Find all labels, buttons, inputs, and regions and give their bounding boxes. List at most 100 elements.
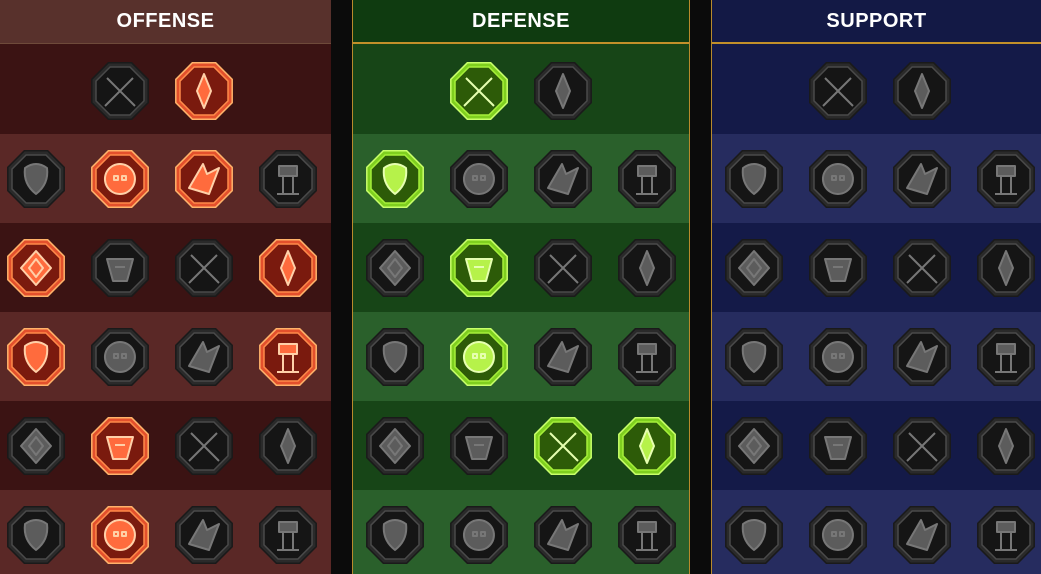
- node-glyph: [463, 519, 495, 551]
- defense-talent-spiked-barrier[interactable]: [448, 415, 510, 477]
- support-talent-shield-aura[interactable]: [807, 148, 869, 210]
- crossed-swords-icon: [91, 62, 149, 120]
- defense-talent-fierce-warrior[interactable]: [364, 504, 426, 566]
- node-glyph: [463, 163, 495, 195]
- offense-talent-burning-helm[interactable]: [89, 504, 151, 566]
- defense-talent-shattered-skull[interactable]: [532, 504, 594, 566]
- offense-talent-lightning-chain[interactable]: [257, 326, 319, 388]
- defense-talent-open-palm[interactable]: [532, 326, 594, 388]
- support-talent-cracked-ground[interactable]: [891, 237, 953, 299]
- support-talent-swift-hand[interactable]: [975, 148, 1037, 210]
- offense-talent-pierced-warrior[interactable]: [5, 237, 67, 299]
- raised-fist-icon: [534, 62, 592, 120]
- deflect-blade-icon: [618, 150, 676, 208]
- defense-talent-deflect-blade[interactable]: [616, 148, 678, 210]
- defense-talent-chevron-shield[interactable]: [364, 148, 426, 210]
- offense-tier-5: [0, 401, 331, 490]
- support-talent-speed-boot[interactable]: [807, 415, 869, 477]
- defense-talent-raised-fist[interactable]: [532, 60, 594, 122]
- support-talent-empowered-figure[interactable]: [723, 237, 785, 299]
- node-glyph: [104, 163, 136, 195]
- support-tier-5: [712, 401, 1041, 490]
- defense-talent-armored-titan[interactable]: [532, 148, 594, 210]
- offense-talent-shield-breaker[interactable]: [173, 148, 235, 210]
- defense-talent-charging-runner[interactable]: [364, 415, 426, 477]
- support-talent-meteor[interactable]: [807, 326, 869, 388]
- offense-talent-impaled-target[interactable]: [5, 415, 67, 477]
- strongman-icon: [618, 506, 676, 564]
- offense-talent-sword-sparkle[interactable]: [5, 504, 67, 566]
- offense-talent-iron-fist[interactable]: [89, 326, 151, 388]
- shield-aura-icon: [809, 150, 867, 208]
- defense-talent-strongman[interactable]: [616, 504, 678, 566]
- offense-tree: OFFENSE: [0, 0, 331, 574]
- support-talent-lightning-shield[interactable]: [807, 237, 869, 299]
- offense-talent-knife-strike[interactable]: [257, 237, 319, 299]
- armored-titan-icon: [534, 150, 592, 208]
- support-talent-crossed-bones[interactable]: [975, 415, 1037, 477]
- node-glyph: [104, 519, 136, 551]
- support-tree: SUPPORT: [711, 0, 1041, 574]
- node-face: [622, 510, 672, 560]
- support-talent-watchful-eye[interactable]: [891, 415, 953, 477]
- support-talent-eagle-head[interactable]: [975, 504, 1037, 566]
- offense-talent-winged-beast[interactable]: [173, 504, 235, 566]
- offense-talent-skull-slash[interactable]: [173, 237, 235, 299]
- support-talent-clenched-gauntlet[interactable]: [891, 504, 953, 566]
- node-glyph: [463, 341, 495, 373]
- defense-talent-rallying-crowd[interactable]: [364, 326, 426, 388]
- defense-talent-hourglass[interactable]: [448, 326, 510, 388]
- offense-tier-3: [0, 223, 331, 312]
- offense-talent-slashing-blade[interactable]: [89, 148, 151, 210]
- knife-strike-icon: [259, 239, 317, 297]
- offense-talent-horned-demon[interactable]: [5, 148, 67, 210]
- support-talent-swirling-crest[interactable]: [891, 60, 953, 122]
- offense-talent-flaming-dagger[interactable]: [173, 60, 235, 122]
- node-glyph: [104, 341, 136, 373]
- chevron-shield-icon: [366, 150, 424, 208]
- node-glyph: [822, 341, 854, 373]
- defense-talent-bull-head[interactable]: [616, 326, 678, 388]
- node-face: [981, 154, 1031, 204]
- offense-talent-crossed-swords[interactable]: [89, 60, 151, 122]
- support-talent-horned-skull[interactable]: [807, 504, 869, 566]
- support-talent-flaming-skull[interactable]: [891, 148, 953, 210]
- support-talent-open-book[interactable]: [891, 326, 953, 388]
- node-glyph: [822, 163, 854, 195]
- support-talent-compass-star[interactable]: [723, 415, 785, 477]
- defense-talent-radiant-skull[interactable]: [532, 415, 594, 477]
- defense-tier-1: [353, 44, 689, 134]
- offense-talent-thorned-heart[interactable]: [257, 148, 319, 210]
- support-talent-healing-heart[interactable]: [807, 60, 869, 122]
- defense-talent-armor-plates[interactable]: [448, 60, 510, 122]
- defense-talent-stone-heart[interactable]: [448, 148, 510, 210]
- offense-tree-title: OFFENSE: [0, 0, 331, 44]
- defense-talent-winged-shield[interactable]: [448, 504, 510, 566]
- offense-talent-bleeding-heart[interactable]: [5, 326, 67, 388]
- defense-talent-knight-shield[interactable]: [448, 237, 510, 299]
- node-glyph: [822, 519, 854, 551]
- offense-talent-fanged-maw[interactable]: [89, 237, 151, 299]
- offense-talent-death-aura[interactable]: [257, 504, 319, 566]
- defense-talent-heart[interactable]: [532, 237, 594, 299]
- horned-skull-icon: [809, 506, 867, 564]
- support-talent-praying-hands[interactable]: [723, 148, 785, 210]
- offense-talent-enraged-brute[interactable]: [257, 415, 319, 477]
- offense-talent-triple-skull[interactable]: [89, 415, 151, 477]
- shattered-skull-icon: [534, 506, 592, 564]
- cracked-ground-icon: [893, 239, 951, 297]
- defense-talent-evasive-figure[interactable]: [364, 237, 426, 299]
- impaled-target-icon: [7, 417, 65, 475]
- support-talent-chained-heart[interactable]: [723, 326, 785, 388]
- offense-talent-dagger-aura[interactable]: [173, 415, 235, 477]
- clenched-gauntlet-icon: [893, 506, 951, 564]
- offense-talent-battle-axe[interactable]: [173, 326, 235, 388]
- triple-skull-icon: [91, 417, 149, 475]
- defense-talent-protective-aura[interactable]: [616, 237, 678, 299]
- support-talent-glaring-eyes[interactable]: [975, 326, 1037, 388]
- armor-plates-icon: [450, 62, 508, 120]
- support-talent-potion-flask[interactable]: [723, 504, 785, 566]
- watchful-eye-icon: [893, 417, 951, 475]
- support-talent-shadow-clone[interactable]: [975, 237, 1037, 299]
- defense-talent-grasping-hand[interactable]: [616, 415, 678, 477]
